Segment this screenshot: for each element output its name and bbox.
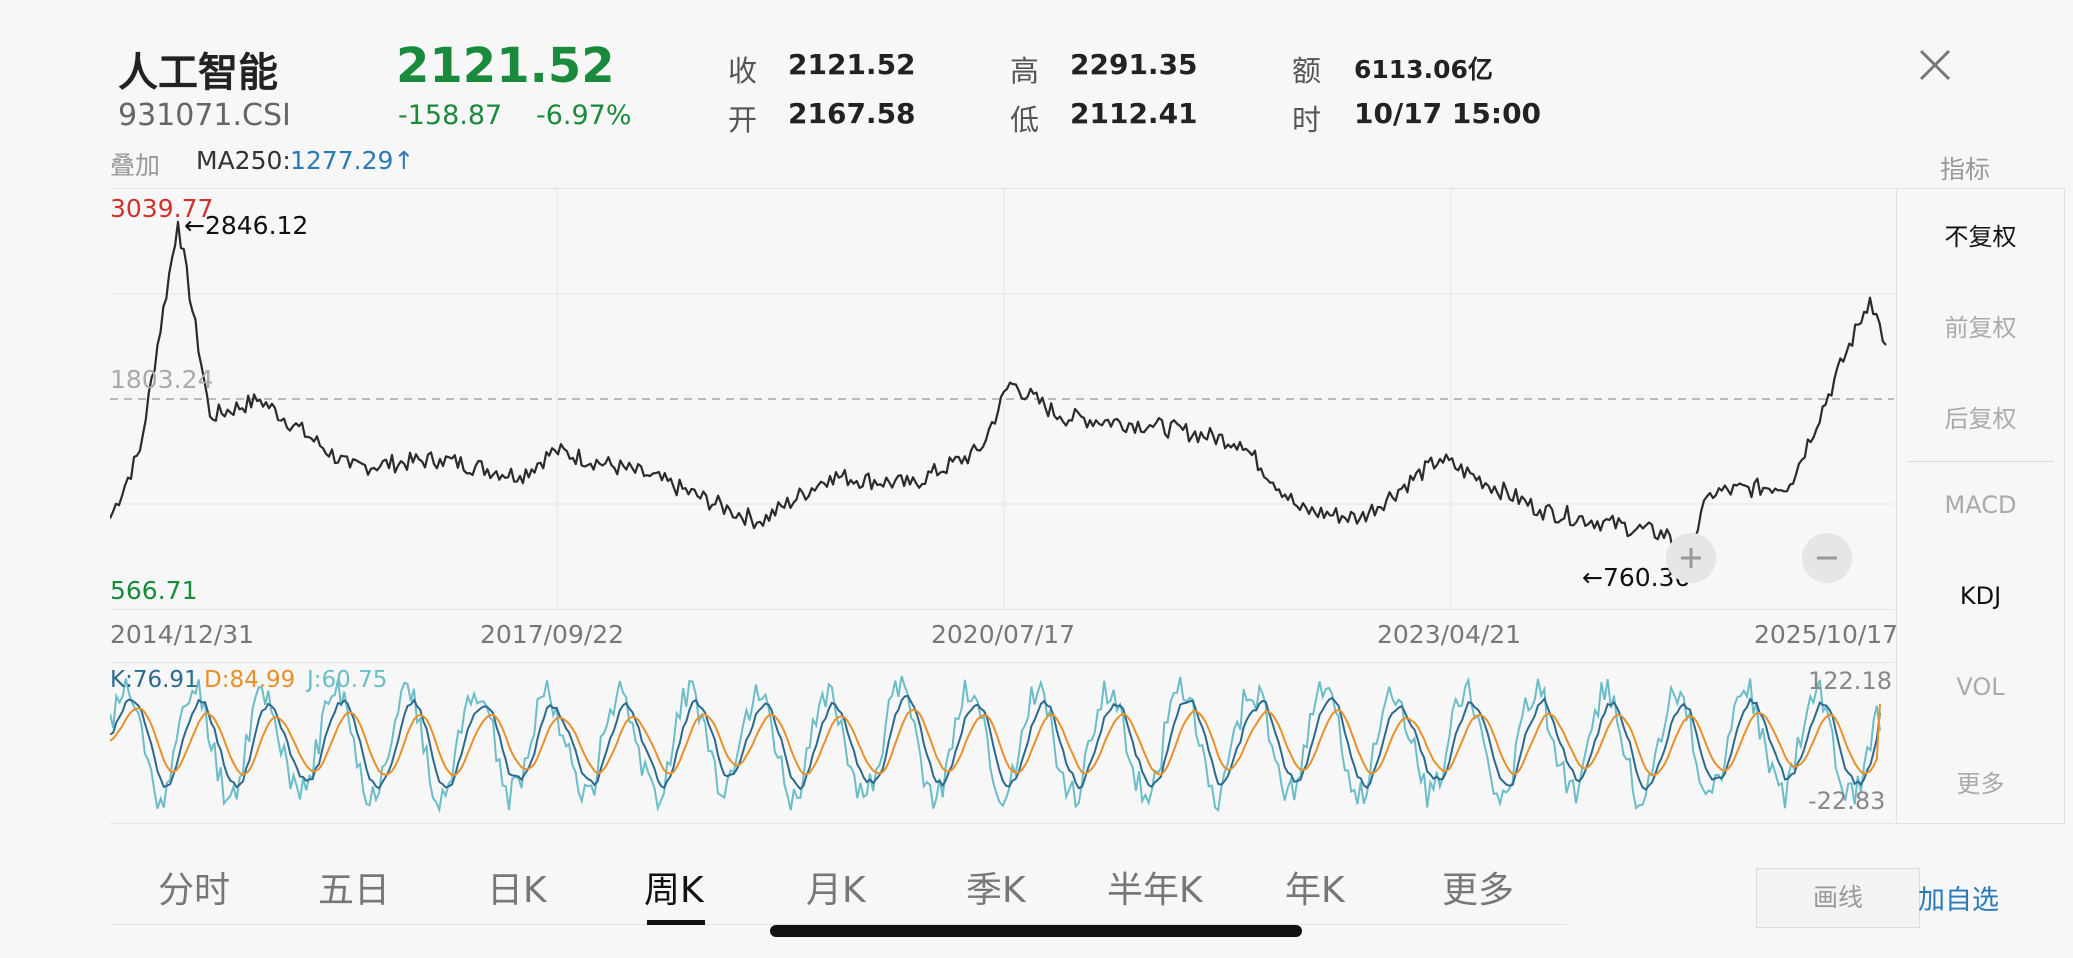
price-chart-svg [108,189,1894,609]
tab-daily-k[interactable]: 日K [487,861,547,913]
home-indicator [770,925,1302,937]
kdj-j-line [109,675,1881,814]
ma250-label: MA250: [196,146,291,175]
tab-half-year-k[interactable]: 半年K [1107,861,1203,913]
side-item-kdj[interactable]: KDJ [1897,582,2064,610]
draw-line-button[interactable]: 画线 [1756,868,1920,928]
side-item-vol[interactable]: VOL [1897,673,2064,701]
close-icon[interactable] [1915,45,1955,85]
kdj-k-line [109,694,1881,791]
side-item-macd[interactable]: MACD [1897,491,2064,519]
amount-value: 6113.06亿 [1354,55,1493,84]
price-chart[interactable] [108,188,1894,610]
price-change: -158.87 [398,100,503,131]
open-value: 2167.58 [788,97,916,130]
zoom-in-button[interactable] [1666,533,1716,583]
side-item-more[interactable]: 更多 [1897,764,2064,799]
index-code: 931071.CSI [118,98,291,133]
y-axis-low: 566.71 [110,576,198,605]
close-label: 收 [728,54,758,88]
close-value: 2121.52 [788,48,916,81]
tab-weekly-k[interactable]: 周K [644,861,704,913]
plus-icon [1681,548,1701,568]
tab-five-day[interactable]: 五日 [318,861,390,913]
tab-monthly-k[interactable]: 月K [806,861,866,913]
tab-quarterly-k[interactable]: 季K [966,861,1026,913]
x-axis-label: 2014/12/31 [110,620,255,649]
side-menu: 不复权 前复权 后复权 MACD KDJ VOL 更多 [1896,188,2065,824]
high-value: 2291.35 [1070,48,1198,81]
tab-yearly-k[interactable]: 年K [1285,861,1345,913]
kdj-axis-max: 122.18 [1808,667,1892,695]
y-axis-mid: 1803.24 [110,365,214,394]
overlay-button[interactable]: 叠加 [110,146,160,182]
kdj-j-value: J:60.75 [307,667,388,693]
last-price: 2121.52 [396,38,615,94]
kdj-axis-min: -22.83 [1808,787,1886,815]
low-value: 2112.41 [1070,97,1198,130]
kdj-d-value: D:84.99 [204,667,296,693]
minus-icon [1817,556,1837,560]
tab-more[interactable]: 更多 [1442,861,1514,913]
kdj-k-value: K:76.91 [110,667,199,693]
x-axis-label: 2023/04/21 [1377,620,1522,649]
zoom-out-button[interactable] [1802,533,1852,583]
time-value: 10/17 15:00 [1354,97,1542,130]
price-change-pct: -6.97% [536,100,632,131]
tab-intraday[interactable]: 分时 [158,861,230,913]
low-label: 低 [1010,103,1040,137]
time-label: 时 [1292,103,1322,137]
x-axis-label: 2017/09/22 [480,620,625,649]
indicator-title: 指标 [1940,155,1991,184]
max-marker: ←2846.12 [184,211,309,240]
ma250-value: 1277.29↑ [290,146,415,175]
kdj-d-line [109,703,1881,777]
side-item-forward-adjust[interactable]: 前复权 [1897,308,2064,343]
amount-label: 额 [1292,54,1322,88]
index-name: 人工智能 [118,50,278,96]
side-item-backward-adjust[interactable]: 后复权 [1897,399,2064,434]
open-label: 开 [728,103,758,137]
x-axis-label: 2025/10/17 [1754,620,1899,649]
x-axis-label: 2020/07/17 [931,620,1076,649]
high-label: 高 [1010,54,1040,88]
active-tab-indicator [647,920,705,925]
side-item-no-adjust[interactable]: 不复权 [1897,217,2064,252]
add-favorite-button[interactable]: 加自选 [1918,878,1999,917]
side-divider [1907,461,2054,462]
